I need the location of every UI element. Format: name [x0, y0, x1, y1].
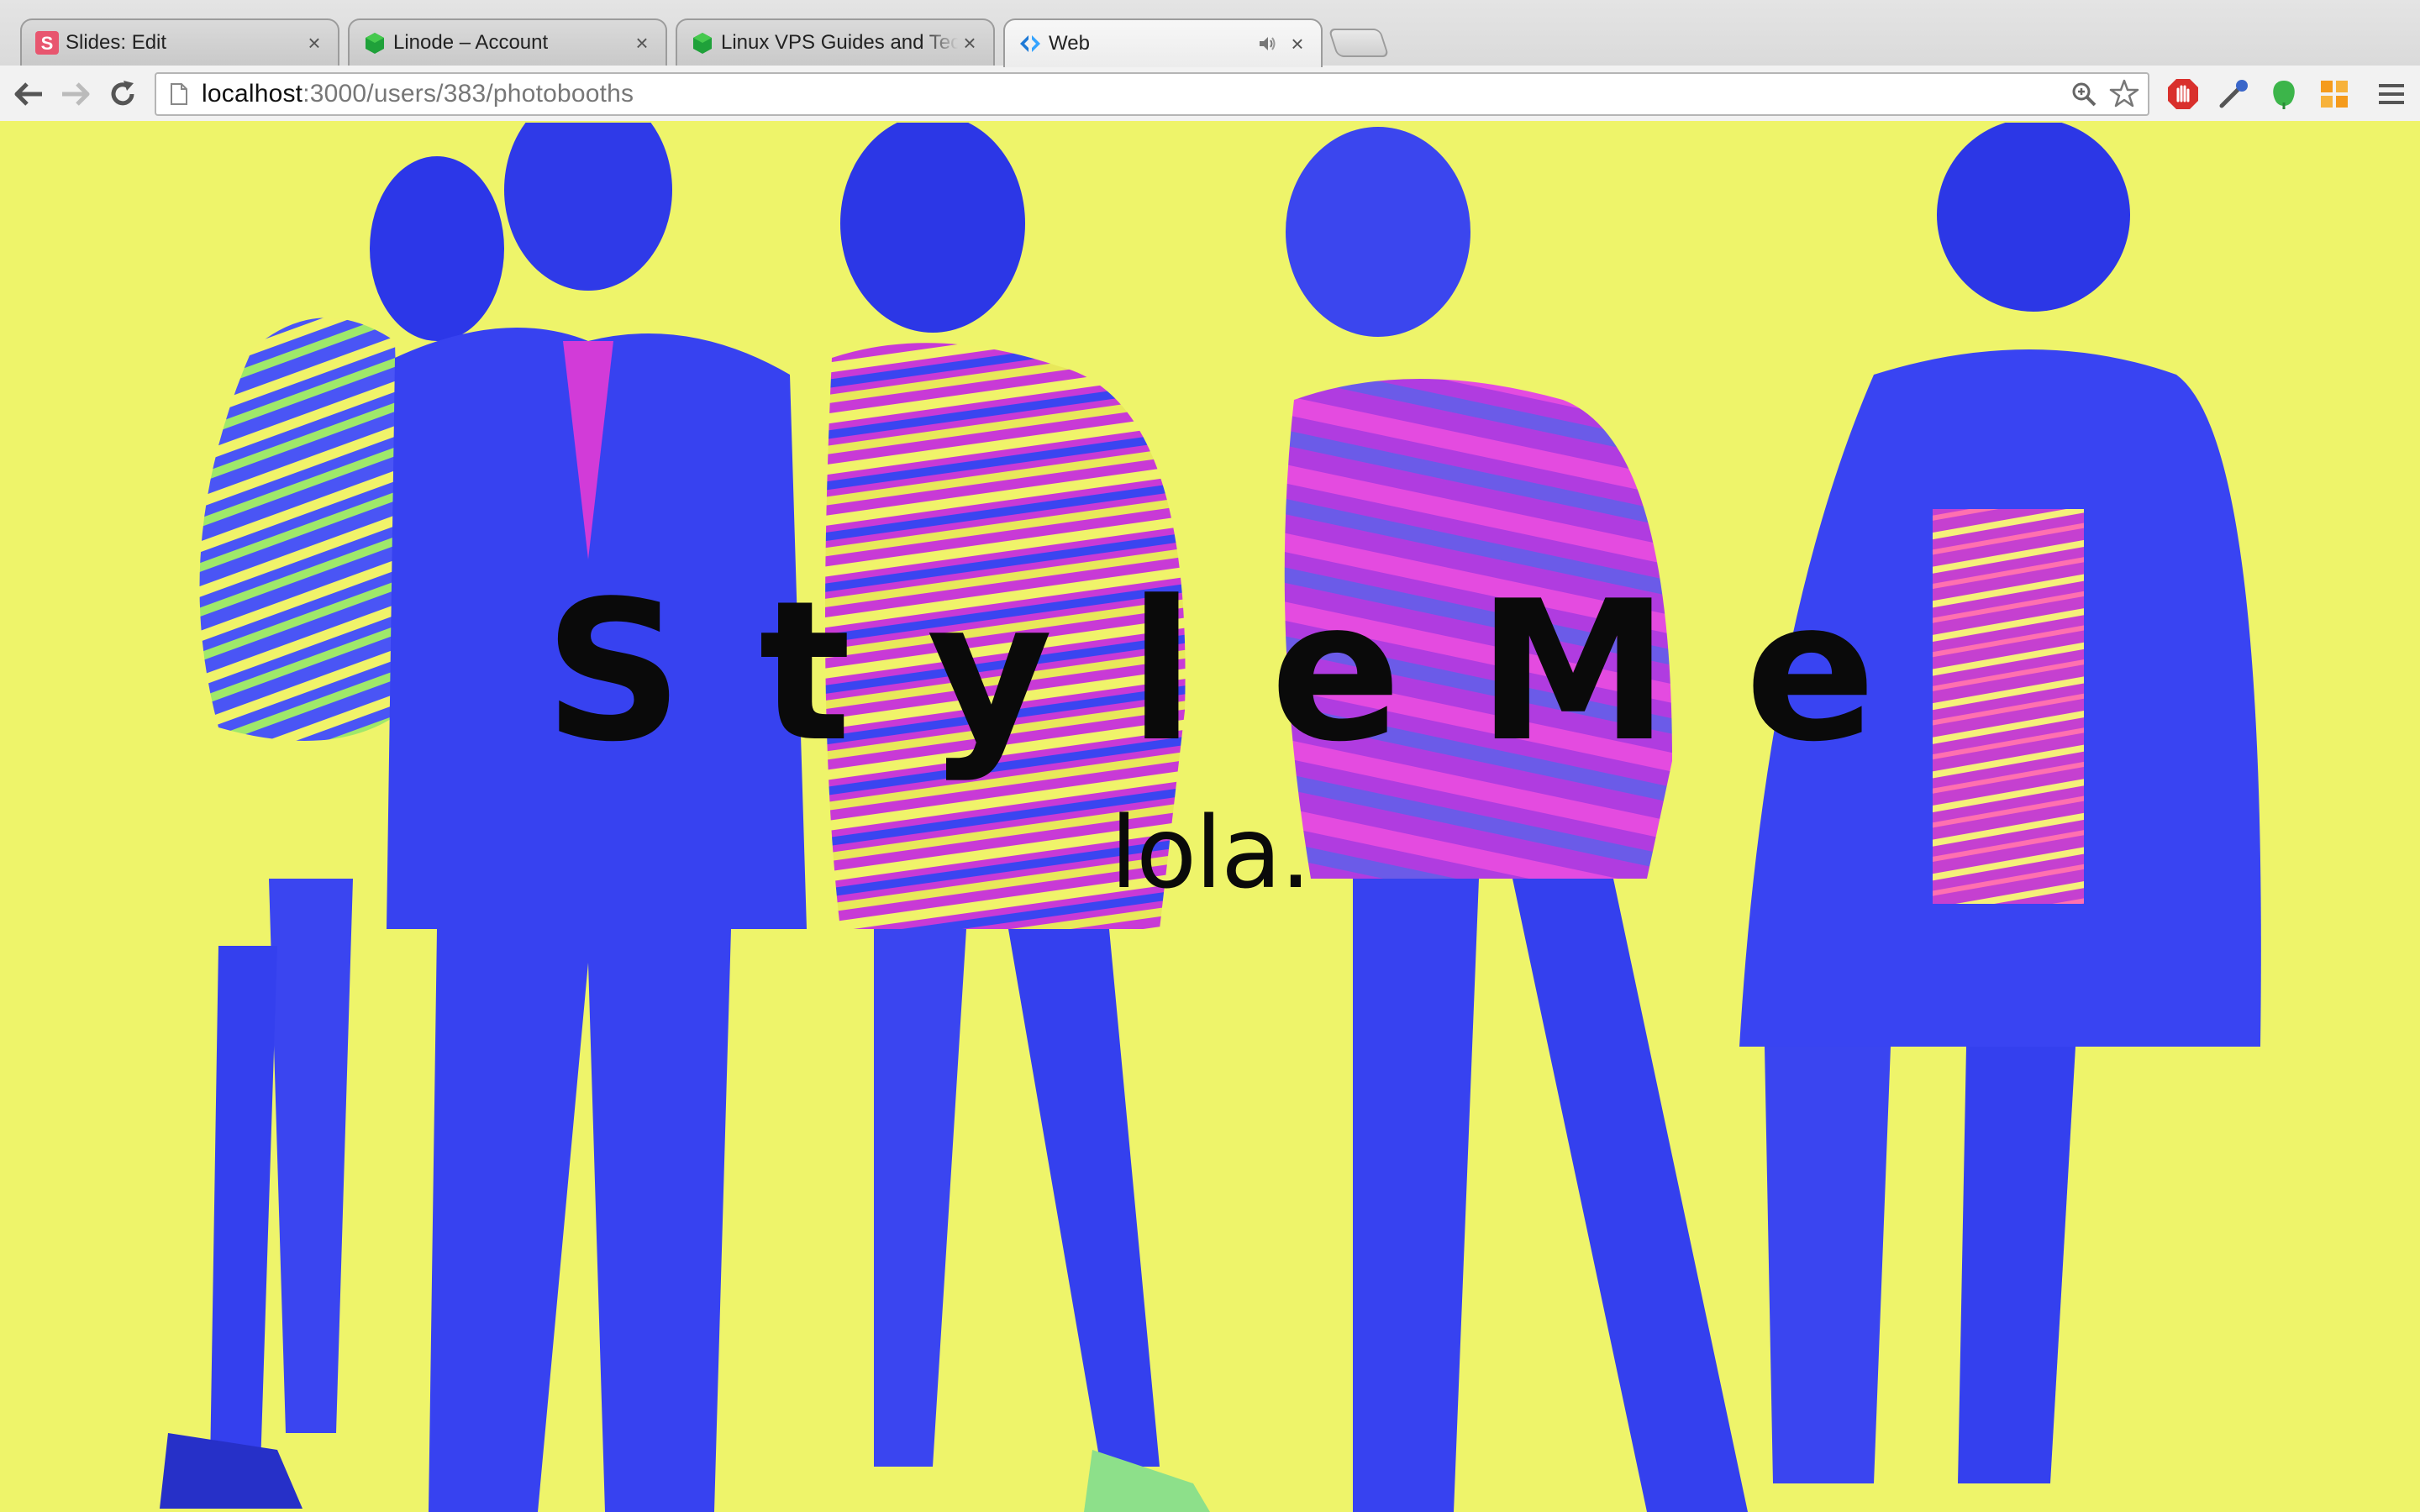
page-icon: [168, 81, 190, 107]
evernote-icon[interactable]: [2265, 76, 2302, 113]
zoom-icon[interactable]: [2067, 77, 2101, 111]
linode-icon: [363, 31, 387, 55]
close-icon[interactable]: ×: [302, 30, 326, 55]
new-tab-button[interactable]: [1328, 29, 1390, 57]
menu-icon[interactable]: [2373, 76, 2410, 113]
tab-title: Linode – Account: [393, 31, 549, 54]
bookmark-star-icon[interactable]: [2107, 77, 2141, 111]
code-icon: [1018, 32, 1042, 55]
address-bar[interactable]: localhost:3000/users/383/photobooths: [155, 72, 2149, 116]
back-arrow-icon: [14, 82, 42, 106]
speaker-icon: [1255, 32, 1281, 55]
linode-icon: [691, 31, 714, 55]
forward-arrow-icon: [62, 82, 90, 106]
close-icon[interactable]: ×: [1286, 31, 1309, 56]
back-button[interactable]: [12, 77, 45, 111]
page-viewport: StyleMe lola.: [0, 123, 2420, 1512]
tab-title: Linux VPS Guides and Tech: [721, 31, 958, 54]
tab-web[interactable]: Web ×: [1003, 18, 1323, 67]
close-icon[interactable]: ×: [958, 30, 981, 55]
grid-extension-icon[interactable]: [2316, 76, 2353, 113]
reload-icon: [111, 81, 134, 106]
url-path: :3000/users/383/photobooths: [302, 80, 634, 108]
tab-title: Slides: Edit: [66, 31, 167, 54]
tab-title: Web: [1049, 32, 1090, 55]
tab-strip: S Slides: Edit × Linode – Account × Linu…: [0, 0, 2420, 67]
url-host: localhost: [202, 80, 303, 108]
svg-text:S: S: [41, 33, 54, 54]
url-text: localhost:3000/users/383/photobooths: [202, 80, 2067, 108]
browser-chrome: S Slides: Edit × Linode – Account × Linu…: [0, 0, 2420, 121]
tab-slides[interactable]: S Slides: Edit ×: [20, 18, 339, 66]
adblock-icon[interactable]: [2165, 76, 2202, 113]
eyedropper-icon[interactable]: [2215, 76, 2252, 113]
toolbar: localhost:3000/users/383/photobooths: [0, 66, 2420, 121]
reload-button[interactable]: [106, 77, 139, 111]
forward-button[interactable]: [59, 77, 92, 111]
close-icon[interactable]: ×: [630, 30, 654, 55]
slides-icon: S: [35, 31, 59, 55]
tab-linux-vps-guides[interactable]: Linux VPS Guides and Tech ×: [676, 18, 995, 66]
page-subtitle: lola.: [1110, 795, 1312, 911]
page-title: StyleMe: [544, 560, 1952, 785]
tab-linode-account[interactable]: Linode – Account ×: [348, 18, 667, 66]
